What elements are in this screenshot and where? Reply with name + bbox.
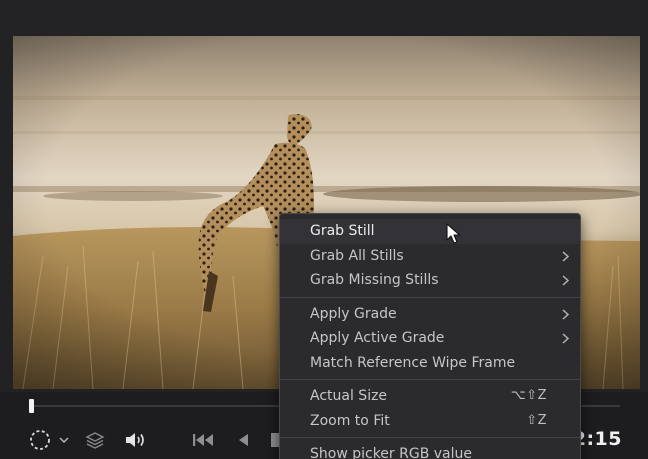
menu-item-shortcut: ⇧Z xyxy=(526,412,547,428)
chevron-right-icon xyxy=(562,333,570,344)
menu-item-label: Grab All Stills xyxy=(310,247,404,264)
mouse-cursor-icon xyxy=(446,223,461,244)
menu-item-apply-grade[interactable]: Apply Grade xyxy=(280,302,580,327)
menu-item-grab-missing-stills[interactable]: Grab Missing Stills xyxy=(280,268,580,293)
menu-separator xyxy=(280,437,580,438)
chevron-down-icon[interactable] xyxy=(58,434,70,446)
menu-separator xyxy=(280,379,580,380)
menu-item-apply-active-grade[interactable]: Apply Active Grade xyxy=(280,326,580,351)
menu-item-label: Show picker RGB value xyxy=(310,446,472,459)
skip-to-start-icon[interactable] xyxy=(190,430,216,450)
menu-item-label: Apply Active Grade xyxy=(310,330,445,346)
speaker-icon[interactable] xyxy=(122,429,148,451)
menu-item-grab-all-stills[interactable]: Grab All Stills xyxy=(280,244,580,269)
menu-item-label: Actual Size xyxy=(310,388,388,404)
menu-item-label: Grab Still xyxy=(310,223,375,239)
menu-item-label: Grab Missing Stills xyxy=(310,272,439,288)
menu-item-zoom-to-fit[interactable]: Zoom to Fit ⇧Z xyxy=(280,409,580,434)
color-page-viewer: 2:15 Grab Still Grab All Stills Grab Mis… xyxy=(0,0,648,459)
layers-icon[interactable] xyxy=(84,429,106,451)
menu-item-grab-still[interactable]: Grab Still xyxy=(280,219,580,244)
viewer-header xyxy=(0,0,648,35)
context-menu: Grab Still Grab All Stills Grab Missing … xyxy=(279,213,581,459)
menu-separator xyxy=(280,296,580,298)
menu-item-shortcut: ⌥⇧Z xyxy=(510,388,547,403)
play-reverse-icon[interactable] xyxy=(234,430,252,450)
chevron-right-icon xyxy=(562,308,570,320)
menu-item-show-picker-rgb-value[interactable]: Show picker RGB value xyxy=(280,442,580,459)
menu-item-label: Match Reference Wipe Frame xyxy=(310,354,516,371)
chevron-right-icon xyxy=(562,275,570,286)
chevron-right-icon xyxy=(562,250,570,262)
menu-item-label: Zoom to Fit xyxy=(310,412,390,429)
viewer-mode-icon[interactable] xyxy=(27,429,53,451)
menu-item-label: Apply Grade xyxy=(310,305,397,322)
menu-item-match-reference-wipe-frame[interactable]: Match Reference Wipe Frame xyxy=(280,351,580,376)
playhead-handle[interactable] xyxy=(29,399,34,413)
menu-item-actual-size[interactable]: Actual Size ⌥⇧Z xyxy=(280,384,580,409)
